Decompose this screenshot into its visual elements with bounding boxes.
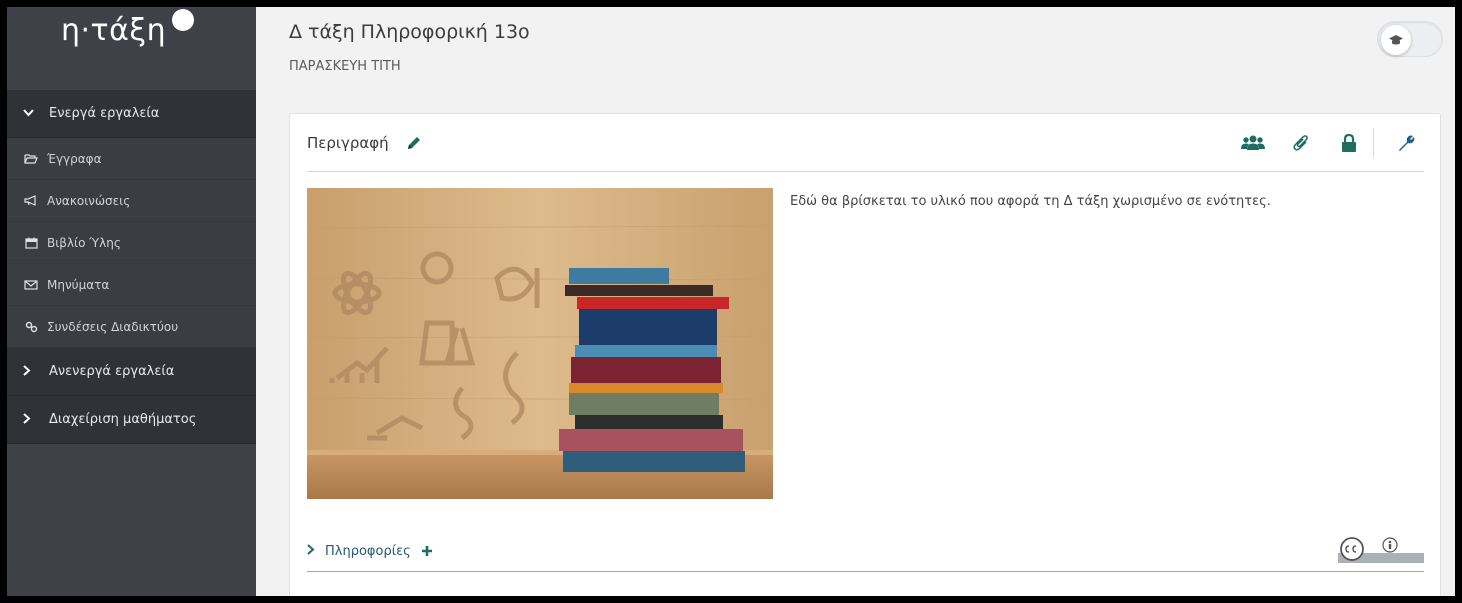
main-content: Δ τάξη Πληροφορική 13ο ΠΑΡΑΣΚΕΥΗ ΤΙΤΗ Πε… <box>256 7 1455 596</box>
student-view-toggle[interactable] <box>1377 21 1443 57</box>
users-icon[interactable] <box>1235 128 1271 158</box>
section-course-admin[interactable]: Διαχείριση μαθήματος <box>7 396 256 444</box>
sidebar-item-label: Μηνύματα <box>47 277 110 292</box>
logo-dot-icon <box>172 9 195 31</box>
chevron-right-icon <box>23 412 35 427</box>
info-row: Πληροφορίες <box>307 532 1424 572</box>
chevron-right-icon <box>23 364 35 379</box>
chevron-right-icon <box>307 544 315 559</box>
info-label: Πληροφορίες <box>325 544 411 559</box>
app-frame: η·τάξη Ενεργά εργαλεία Έγγραφα Ανακοινώσ… <box>7 7 1455 596</box>
sidebar-item-label: Βιβλίο Ύλης <box>47 235 121 250</box>
sidebar-item-announcements[interactable]: Ανακοινώσεις <box>7 180 256 222</box>
wrench-icon[interactable] <box>1388 128 1424 158</box>
bullhorn-icon <box>24 195 38 206</box>
panel-header: Περιγραφή <box>307 114 1424 172</box>
calendar-icon <box>24 237 38 249</box>
sidebar-item-documents[interactable]: Έγγραφα <box>7 138 256 180</box>
paperclip-icon[interactable] <box>1283 128 1319 158</box>
logo[interactable]: η·τάξη <box>7 7 256 90</box>
logo-text: η·τάξη <box>61 13 167 48</box>
section-active-tools-label: Ενεργά εργαλεία <box>49 106 160 121</box>
sidebar-item-messages[interactable]: Μηνύματα <box>7 264 256 306</box>
toolbar-separator <box>1373 127 1374 158</box>
creative-commons-icon[interactable] <box>1338 535 1424 569</box>
chevron-down-icon <box>23 107 35 120</box>
panel-title: Περιγραφή <box>307 133 389 152</box>
graduation-cap-icon <box>1381 25 1411 55</box>
sidebar-item-links[interactable]: Συνδέσεις Διαδικτύου <box>7 306 256 348</box>
sidebar-item-syllabus[interactable]: Βιβλίο Ύλης <box>7 222 256 264</box>
pencil-icon[interactable] <box>405 134 423 152</box>
add-info-icon[interactable] <box>421 542 433 562</box>
sidebar-item-label: Ανακοινώσεις <box>47 193 131 208</box>
sidebar-item-label: Συνδέσεις Διαδικτύου <box>47 319 179 334</box>
lock-icon[interactable] <box>1331 128 1367 158</box>
sidebar-item-label: Έγγραφα <box>47 151 102 166</box>
course-teacher: ΠΑΡΑΣΚΕΥΗ ΤΙΤΗ <box>289 59 401 74</box>
section-inactive-tools-label: Ανενεργά εργαλεία <box>49 364 175 379</box>
sidebar: η·τάξη Ενεργά εργαλεία Έγγραφα Ανακοινώσ… <box>7 7 256 596</box>
course-title: Δ τάξη Πληροφορική 13ο <box>289 21 530 43</box>
folder-open-icon <box>24 153 38 164</box>
envelope-icon <box>24 279 38 290</box>
section-active-tools[interactable]: Ενεργά εργαλεία <box>7 90 256 138</box>
section-inactive-tools[interactable]: Ανενεργά εργαλεία <box>7 348 256 396</box>
description-panel: Περιγραφή Εδώ θα βρίσκεται το υλικό που … <box>289 113 1441 596</box>
panel-toolbar <box>1223 127 1424 158</box>
course-image <box>307 188 773 499</box>
info-expand-link[interactable]: Πληροφορίες <box>307 544 411 559</box>
section-course-admin-label: Διαχείριση μαθήματος <box>49 412 197 427</box>
course-description: Εδώ θα βρίσκεται το υλικό που αφορά τη Δ… <box>790 194 1271 209</box>
link-icon <box>24 321 38 333</box>
